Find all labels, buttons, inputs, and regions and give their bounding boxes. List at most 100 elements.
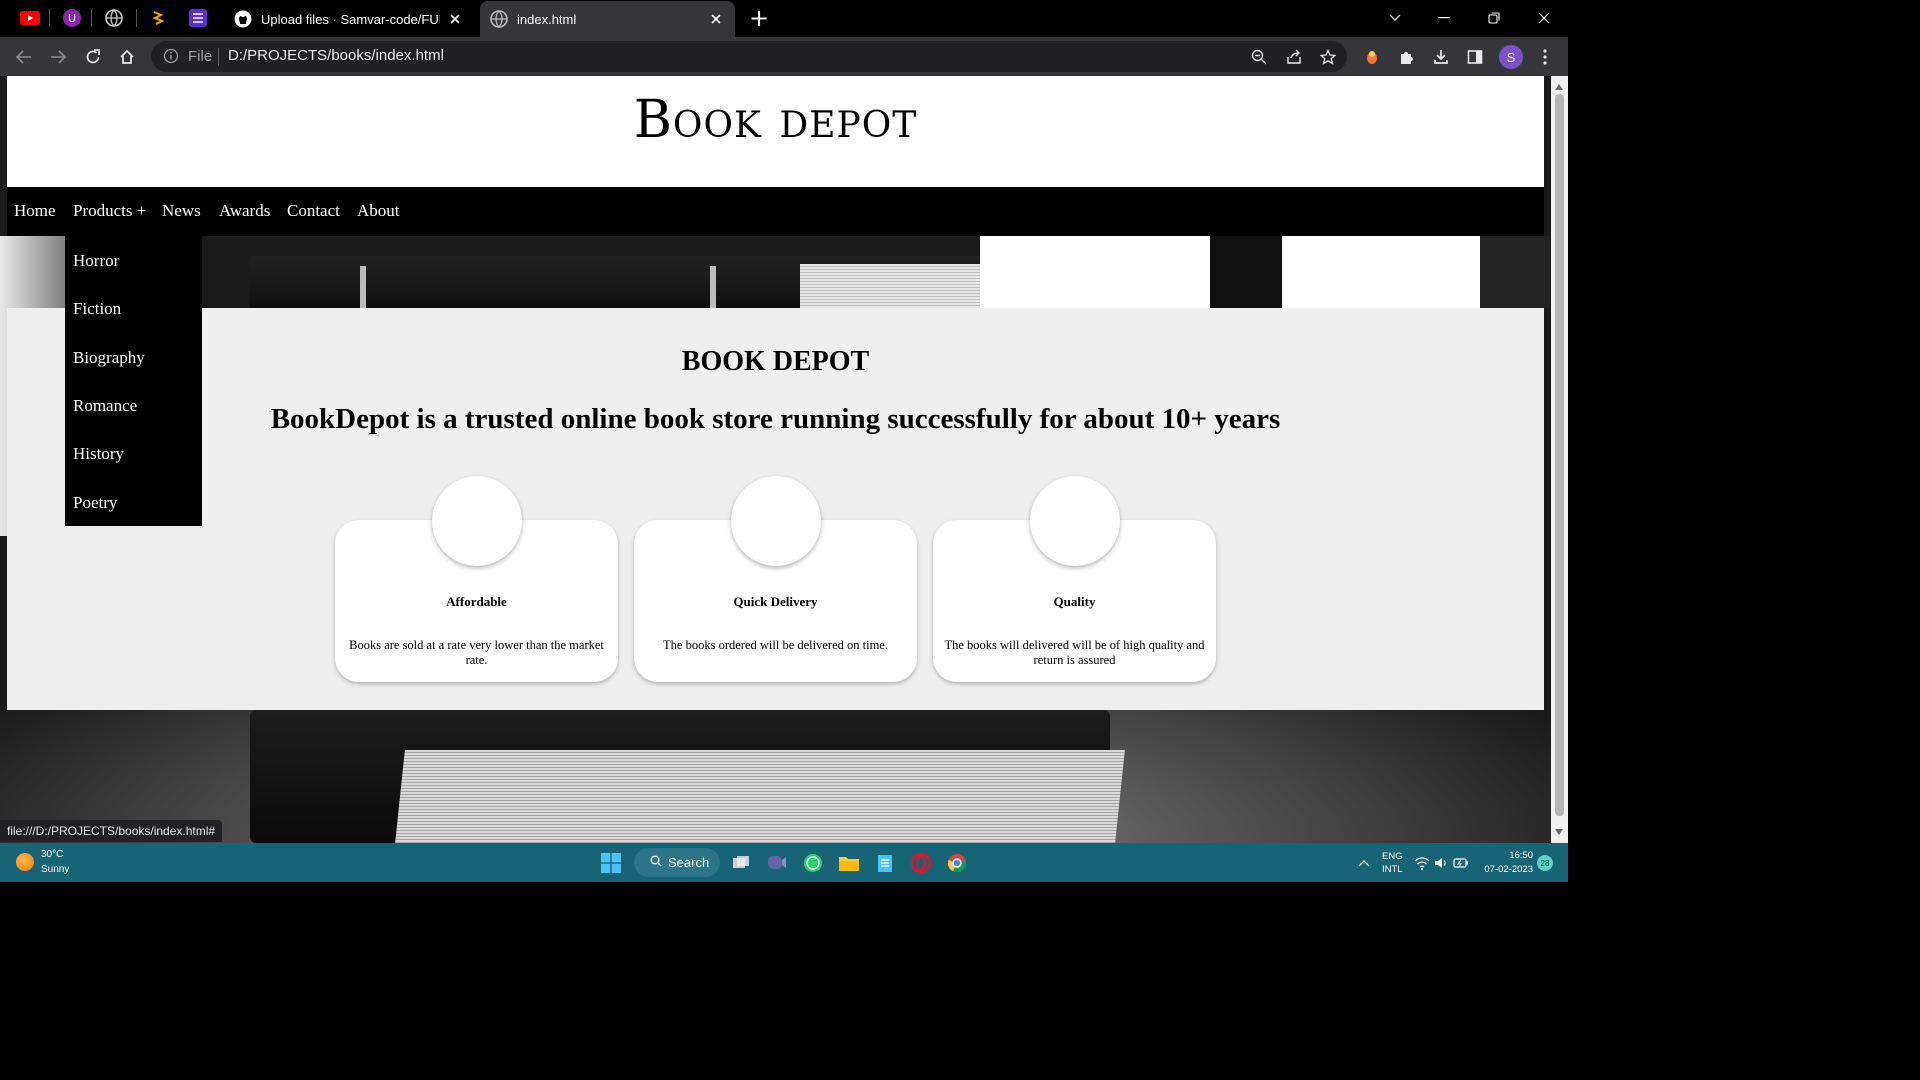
restore-button[interactable] bbox=[1481, 6, 1507, 30]
url-text[interactable]: D:/PROJECTS/books/index.html bbox=[228, 47, 444, 64]
profile-avatar[interactable]: S bbox=[1499, 45, 1523, 69]
new-tab-button[interactable]: + bbox=[746, 6, 772, 30]
main-content: BOOK DEPOT BookDepot is a trusted online… bbox=[7, 308, 1544, 710]
dropdown-item-fiction[interactable]: Fiction bbox=[73, 299, 121, 319]
input-layout[interactable]: INTL bbox=[1382, 864, 1403, 875]
info-icon[interactable] bbox=[163, 48, 179, 64]
globe-icon[interactable] bbox=[103, 7, 125, 29]
page-scrollbar[interactable] bbox=[1551, 76, 1568, 843]
battery-icon[interactable] bbox=[1449, 851, 1473, 875]
tab-index-html[interactable]: index.html bbox=[480, 1, 735, 37]
card-text: The books ordered will be delivered on t… bbox=[663, 638, 888, 652]
tab-title: index.html bbox=[517, 11, 577, 27]
dropdown-item-history[interactable]: History bbox=[73, 444, 124, 464]
tab-search-chevron-icon[interactable] bbox=[1382, 6, 1408, 30]
menu-kebab-icon[interactable] bbox=[1532, 44, 1558, 70]
background-post bbox=[1480, 236, 1550, 308]
nav-home[interactable]: Home bbox=[14, 201, 56, 221]
tab-github-upload[interactable]: Upload files · Samvar-code/FULL_ST bbox=[224, 1, 474, 37]
taskbar-search[interactable]: Search bbox=[634, 848, 720, 877]
bookmark-star-icon[interactable] bbox=[1317, 46, 1339, 68]
browser-tab-strip: U Upload files · Samvar-code/FULL_ST ind… bbox=[0, 0, 1568, 37]
side-panel-icon[interactable] bbox=[1462, 44, 1488, 70]
input-language[interactable]: ENG bbox=[1382, 851, 1403, 862]
tab-separator bbox=[91, 9, 92, 27]
weather-temperature[interactable]: 30°C bbox=[41, 849, 63, 860]
weather-condition[interactable]: Sunny bbox=[41, 864, 69, 875]
address-bar[interactable]: File D:/PROJECTS/books/index.html bbox=[151, 41, 1347, 72]
windows-taskbar: 30°C Sunny Search ENG INTL 16:50 07-02-2… bbox=[0, 843, 1568, 882]
scheme-label: File bbox=[188, 48, 213, 65]
book-stripe bbox=[360, 266, 366, 312]
opera-icon[interactable] bbox=[909, 851, 933, 875]
close-window-button[interactable] bbox=[1531, 6, 1557, 30]
link-status-bubble: file:///D:/PROJECTS/books/index.html# bbox=[0, 820, 223, 842]
task-view-icon[interactable] bbox=[729, 851, 753, 875]
nav-contact[interactable]: Contact bbox=[287, 201, 340, 221]
scrollbar-thumb[interactable] bbox=[1555, 94, 1564, 816]
list-icon[interactable] bbox=[187, 7, 209, 29]
github-icon bbox=[234, 10, 252, 28]
nav-products[interactable]: Products + bbox=[73, 201, 146, 221]
clock-date[interactable]: 07-02-2023 bbox=[1480, 864, 1533, 875]
extension-icon[interactable] bbox=[1359, 44, 1385, 70]
reload-button[interactable] bbox=[80, 44, 106, 70]
amazon-icon[interactable] bbox=[148, 7, 170, 29]
youtube-icon[interactable] bbox=[19, 7, 41, 29]
search-icon bbox=[650, 855, 662, 870]
ublock-icon[interactable]: U bbox=[61, 7, 83, 29]
card-text: The books will delivered will be of high… bbox=[944, 638, 1205, 667]
whatsapp-icon[interactable] bbox=[801, 851, 825, 875]
clock-time[interactable]: 16:50 bbox=[1487, 850, 1533, 861]
nav-awards[interactable]: Awards bbox=[219, 201, 270, 221]
windows-start-icon[interactable] bbox=[599, 851, 623, 875]
nav-news[interactable]: News bbox=[162, 201, 201, 221]
card-image-circle bbox=[432, 476, 522, 566]
tab-title: Upload files · Samvar-code/FULL_ST bbox=[261, 11, 440, 27]
chrome-icon[interactable] bbox=[945, 851, 969, 875]
nav-about[interactable]: About bbox=[357, 201, 400, 221]
tab-separator bbox=[136, 9, 137, 27]
main-nav: Home Products + News Awards Contact Abou… bbox=[7, 187, 1544, 236]
tab-separator bbox=[49, 9, 50, 27]
products-dropdown: Horror Fiction Biography Romance History… bbox=[65, 236, 202, 526]
plus-icon: + bbox=[748, 4, 770, 32]
dropdown-item-biography[interactable]: Biography bbox=[73, 348, 145, 368]
download-icon[interactable] bbox=[1428, 44, 1454, 70]
card-image-circle bbox=[1030, 476, 1120, 566]
card-title: Affordable bbox=[446, 594, 507, 609]
address-divider bbox=[218, 48, 219, 66]
close-tab-icon[interactable] bbox=[446, 10, 464, 28]
search-label: Search bbox=[668, 855, 710, 870]
extensions-puzzle-icon[interactable] bbox=[1394, 44, 1420, 70]
globe-icon bbox=[490, 10, 508, 28]
notification-badge[interactable]: 28 bbox=[1537, 855, 1553, 871]
card-text: Books are sold at a rate very lower than… bbox=[349, 638, 604, 667]
background-post bbox=[1210, 236, 1282, 308]
forward-button[interactable] bbox=[45, 44, 71, 70]
site-header: Book depot bbox=[7, 76, 1544, 187]
file-explorer-icon[interactable] bbox=[837, 851, 861, 875]
scroll-up-arrow-icon[interactable] bbox=[1555, 84, 1563, 90]
dropdown-item-poetry[interactable]: Poetry bbox=[73, 493, 117, 513]
notepad-icon[interactable] bbox=[873, 851, 897, 875]
svg-text:U: U bbox=[68, 12, 76, 25]
share-icon[interactable] bbox=[1283, 46, 1305, 68]
card-image-circle bbox=[731, 476, 821, 566]
background-book-pages bbox=[395, 750, 1125, 843]
home-button[interactable] bbox=[114, 44, 140, 70]
minimize-button[interactable] bbox=[1431, 6, 1457, 30]
scroll-down-arrow-icon[interactable] bbox=[1555, 829, 1563, 835]
background-window bbox=[1045, 236, 1545, 308]
main-heading: BOOK DEPOT bbox=[681, 346, 870, 377]
tray-chevron-up-icon[interactable] bbox=[1352, 851, 1376, 875]
zoom-icon[interactable] bbox=[1248, 46, 1270, 68]
dropdown-item-romance[interactable]: Romance bbox=[73, 396, 137, 416]
close-tab-icon[interactable] bbox=[707, 10, 725, 28]
teams-chat-icon[interactable] bbox=[765, 851, 789, 875]
back-button[interactable] bbox=[11, 44, 37, 70]
browser-toolbar: File D:/PROJECTS/books/index.html S bbox=[0, 37, 1568, 76]
background-book bbox=[250, 256, 1060, 312]
dropdown-item-horror[interactable]: Horror bbox=[73, 251, 119, 271]
sun-icon[interactable] bbox=[16, 853, 34, 871]
